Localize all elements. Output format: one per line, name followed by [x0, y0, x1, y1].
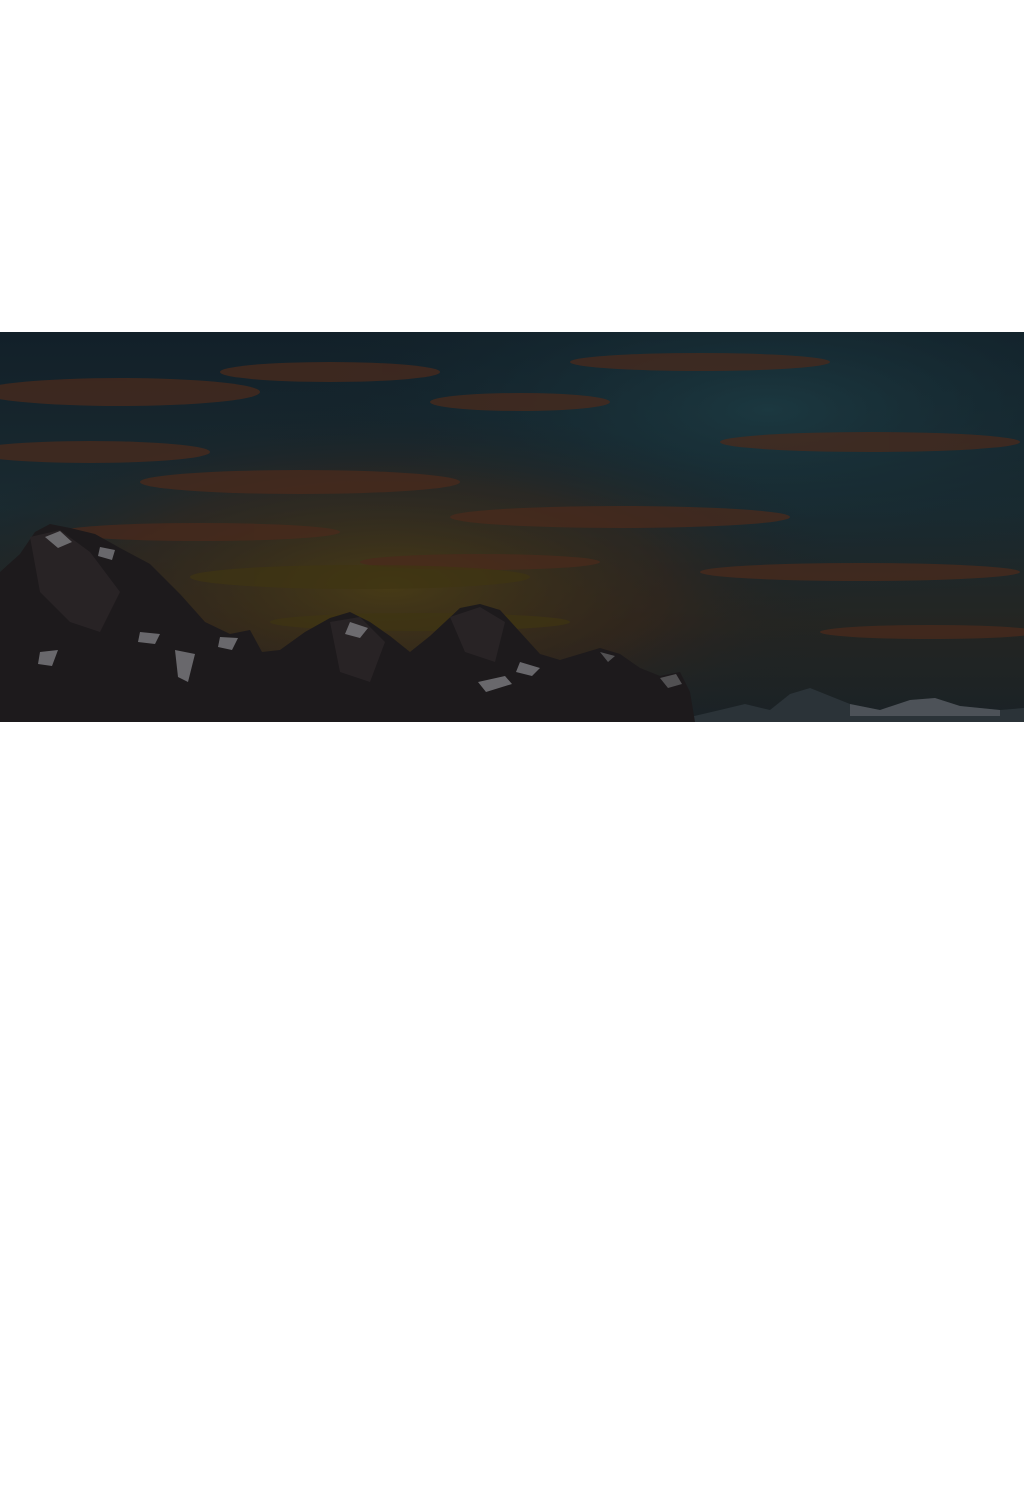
mountain-landscape-image — [0, 332, 1024, 722]
page — [0, 0, 1024, 1500]
hero-banner-image — [0, 332, 1024, 722]
